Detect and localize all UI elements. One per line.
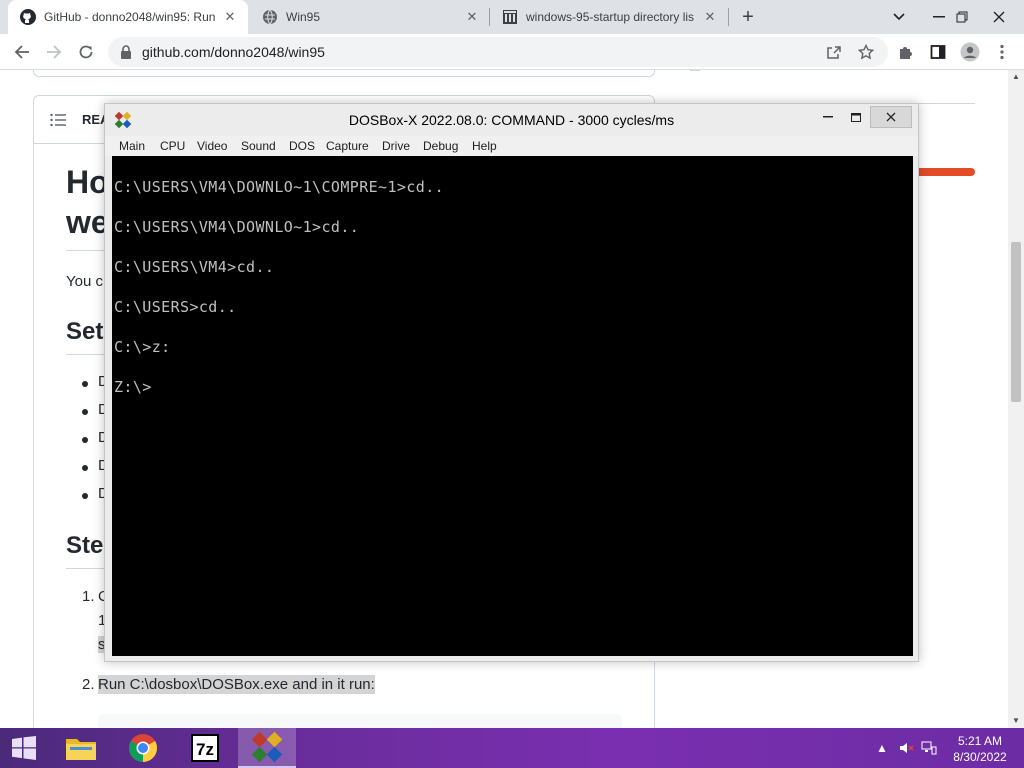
readme-title-line2: we [66,204,109,240]
windows-logo-icon [12,736,36,760]
step-number: 2. [82,676,95,693]
extensions-puzzle-icon[interactable] [892,38,920,66]
address-bar[interactable]: github.com/donno2048/win95 [108,37,888,67]
console-line: C:\>z: [114,338,171,356]
new-tab-button[interactable]: + [736,5,760,29]
7zip-label: 7z [196,740,214,759]
list-icon[interactable] [50,113,66,132]
sidebar-divider [690,70,700,71]
restore-icon[interactable] [943,0,981,34]
language-bar [915,168,975,176]
list-bullet [82,381,88,387]
menu-main[interactable]: Main [119,139,145,153]
dosbox-maximize-icon[interactable] [845,106,867,128]
dosbox-window[interactable]: DOSBox-X 2022.08.0: COMMAND - 3000 cycle… [104,103,919,662]
tab-separator [728,8,729,26]
show-hidden-icons-icon[interactable]: ▲ [874,740,890,756]
previous-card [33,70,655,77]
readme-title-line1: Ho [66,164,109,200]
lock-icon[interactable] [120,45,132,64]
chrome-icon[interactable] [114,728,172,768]
console-prompt: Z:\> [114,378,152,396]
menu-dos[interactable]: DOS [289,139,315,153]
console-line: C:\USERS\VM4\DOWNLO~1>cd.. [114,218,360,236]
tab-title: windows-95-startup directory lis [526,10,695,24]
tab-close-icon[interactable]: ✕ [222,9,238,25]
reload-icon[interactable] [72,38,100,66]
back-arrow-icon[interactable] [8,38,36,66]
console-line: C:\USERS\VM4>cd.. [114,258,275,276]
browser-tab-strip: GitHub - donno2048/win95: Run ✕ Win95 ✕ … [0,0,1024,34]
page-scrollbar[interactable]: ▲ ▼ [1008,70,1024,728]
clock-time: 5:21 AM [957,734,1003,748]
menu-sound[interactable]: Sound [241,139,276,153]
step2-text: Run C:\dosbox\DOSBox.exe and in it run: [98,675,375,694]
tab-title: GitHub - donno2048/win95: Run [44,10,216,24]
list-bullet [82,409,88,415]
dosbox-menubar: Main CPU Video Sound DOS Capture Drive D… [105,136,918,156]
console-line: C:\USERS>cd.. [114,298,237,316]
tab-search-chevron-icon[interactable] [880,0,918,34]
start-button[interactable] [0,728,48,768]
network-icon[interactable] [921,740,937,756]
menu-help[interactable]: Help [472,139,497,153]
dosbox-minimize-icon[interactable] [817,106,839,128]
clock-date: 8/30/2022 [953,750,1007,764]
chrome-menu-icon[interactable] [988,38,1016,66]
list-bullet [82,437,88,443]
volume-muted-icon[interactable] [898,740,914,756]
menu-debug[interactable]: Debug [423,139,458,153]
dosbox-bottom-border [105,656,918,661]
github-icon [20,9,36,25]
menu-drive[interactable]: Drive [382,139,410,153]
list-bullet [82,493,88,499]
tab-windows-95-startup[interactable]: windows-95-startup directory lis ✕ [490,0,728,34]
list-bullet [82,465,88,471]
bookmark-star-icon[interactable] [857,43,875,60]
globe-icon [262,9,278,25]
tab-github[interactable]: GitHub - donno2048/win95: Run ✕ [8,0,248,34]
intro-paragraph: You c [66,273,103,290]
profile-avatar-icon[interactable] [956,38,984,66]
browser-toolbar: github.com/donno2048/win95 [0,34,1024,70]
dosbox-title: DOSBox-X 2022.08.0: COMMAND - 3000 cycle… [348,112,675,128]
close-window-icon[interactable] [980,0,1018,34]
scrollbar-thumb[interactable] [1011,242,1021,402]
scroll-down-icon[interactable]: ▼ [1008,714,1024,728]
file-explorer-icon[interactable] [52,728,110,768]
share-icon[interactable] [826,44,842,60]
tab-close-icon[interactable]: ✕ [702,9,718,25]
menu-cpu[interactable]: CPU [160,139,185,153]
step-number: 1. [82,588,95,605]
tab-win95[interactable]: Win95 ✕ [250,0,490,34]
menu-capture[interactable]: Capture [326,139,369,153]
tab-close-icon[interactable]: ✕ [464,9,480,25]
side-panel-icon[interactable] [924,38,952,66]
url-text: github.com/donno2048/win95 [142,44,325,60]
code-block [98,714,622,728]
archive-icon [502,9,518,25]
forward-arrow-icon[interactable] [40,38,68,66]
scroll-up-icon[interactable]: ▲ [1008,70,1024,84]
menu-video[interactable]: Video [197,139,227,153]
tab-title: Win95 [286,10,321,24]
console-line: C:\USERS\VM4\DOWNLO~1\COMPRE~1>cd.. [114,178,445,196]
taskbar: 7z ▲ 5:21 AM 8/30/2022 [0,728,1024,768]
dosbox-icon[interactable] [238,728,296,768]
dosbox-titlebar[interactable]: DOSBox-X 2022.08.0: COMMAND - 3000 cycle… [105,104,918,136]
system-clock[interactable]: 5:21 AM 8/30/2022 [946,733,1014,765]
7zip-icon[interactable]: 7z [176,728,234,768]
dosbox-close-icon[interactable] [870,106,912,128]
dos-console[interactable]: C:\USERS\VM4\DOWNLO~1\COMPRE~1>cd.. C:\U… [112,156,913,656]
